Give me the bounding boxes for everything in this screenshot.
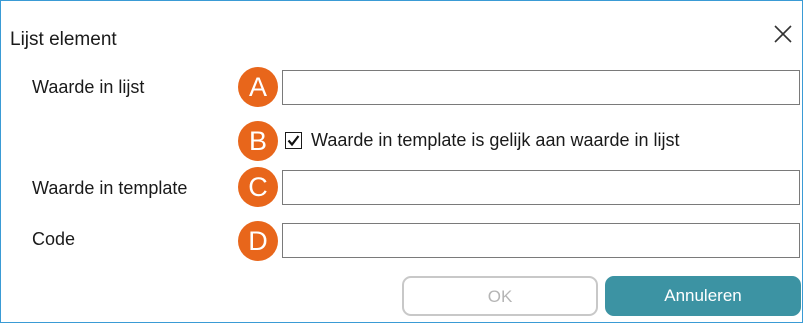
marker-c: C <box>238 167 278 207</box>
waarde-in-template-input[interactable] <box>282 170 800 205</box>
gelijk-checkbox-label[interactable]: Waarde in template is gelijk aan waarde … <box>311 130 680 151</box>
waarde-in-lijst-input[interactable] <box>282 70 800 105</box>
marker-a: A <box>238 67 278 107</box>
ok-button[interactable]: OK <box>402 276 598 316</box>
annuleren-button[interactable]: Annuleren <box>605 276 801 316</box>
marker-d: D <box>238 221 278 261</box>
code-input[interactable] <box>282 223 800 258</box>
marker-b: B <box>238 121 278 161</box>
dialog-window: Lijst element Waarde in lijst A B Waarde… <box>0 0 803 323</box>
code-label: Code <box>32 229 76 249</box>
waarde-in-lijst-label: Waarde in lijst <box>32 77 145 97</box>
gelijk-checkbox[interactable] <box>285 132 302 149</box>
close-icon[interactable] <box>772 23 794 45</box>
waarde-in-template-label: Waarde in template <box>32 178 188 198</box>
dialog-title: Lijst element <box>10 29 117 50</box>
